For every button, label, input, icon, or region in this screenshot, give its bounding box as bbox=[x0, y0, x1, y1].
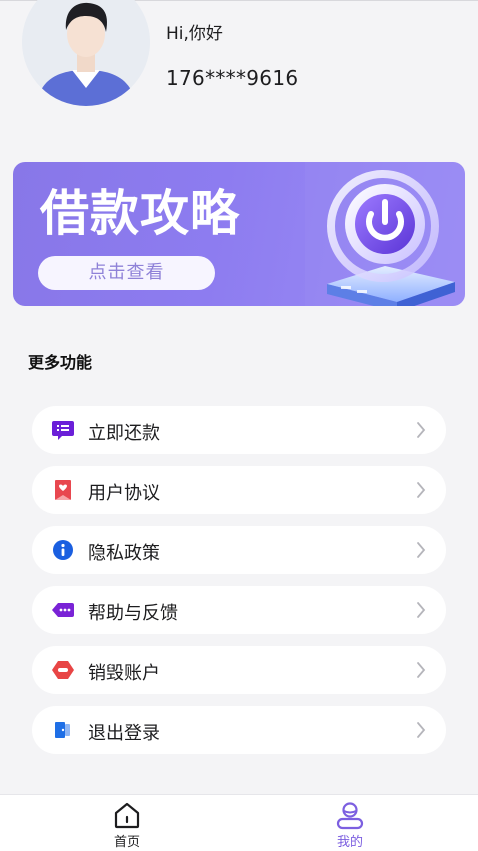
menu-item-label: 隐私政策 bbox=[88, 543, 160, 564]
tab-home-label: 首页 bbox=[113, 835, 140, 850]
menu-item-logout[interactable]: 退出登录 bbox=[32, 706, 446, 754]
menu-item-user-agreement[interactable]: 用户协议 bbox=[32, 466, 446, 514]
menu-item-delete-account[interactable]: 销毁账户 bbox=[32, 646, 446, 694]
greeting-text: Hi,你好 bbox=[166, 24, 223, 44]
profile-icon bbox=[336, 802, 364, 830]
banner-title: 借款攻略 bbox=[40, 185, 241, 242]
info-circle-icon bbox=[53, 540, 73, 560]
chevron-right-icon bbox=[417, 722, 426, 738]
avatar[interactable] bbox=[22, 0, 150, 106]
chevron-right-icon bbox=[417, 662, 426, 678]
chevron-right-icon bbox=[417, 422, 426, 438]
avatar-person-icon bbox=[22, 0, 150, 106]
menu-item-label: 用户协议 bbox=[88, 483, 160, 504]
menu-item-label: 帮助与反馈 bbox=[88, 603, 178, 624]
banner-view-button[interactable]: 点击查看 bbox=[38, 256, 215, 290]
menu-item-label: 销毁账户 bbox=[88, 663, 160, 684]
phone-number: 176****9616 bbox=[166, 66, 299, 90]
tab-home[interactable]: 首页 bbox=[87, 795, 167, 851]
menu-item-label: 立即还款 bbox=[88, 423, 160, 444]
menu-item-repay[interactable]: 立即还款 bbox=[32, 406, 446, 454]
menu-item-label: 退出登录 bbox=[88, 723, 160, 744]
menu-item-help-feedback[interactable]: 帮助与反馈 bbox=[32, 586, 446, 634]
section-title: 更多功能 bbox=[28, 353, 93, 372]
menu-item-privacy-policy[interactable]: 隐私政策 bbox=[32, 526, 446, 574]
destroy-account-icon bbox=[52, 661, 74, 679]
tab-mine-label: 我的 bbox=[336, 835, 363, 850]
logout-door-icon bbox=[55, 722, 70, 738]
feedback-tag-icon bbox=[52, 603, 74, 617]
chevron-right-icon bbox=[417, 482, 426, 498]
home-icon bbox=[114, 802, 140, 829]
power-button-illustration-icon bbox=[305, 162, 465, 306]
agreement-bookmark-icon bbox=[55, 480, 71, 500]
loan-guide-banner[interactable]: 借款攻略 点击查看 bbox=[13, 162, 465, 306]
chevron-right-icon bbox=[417, 542, 426, 558]
repay-list-icon bbox=[52, 421, 74, 440]
bottom-navigation: 首页 我的 bbox=[0, 794, 478, 851]
tab-mine[interactable]: 我的 bbox=[310, 795, 390, 851]
chevron-right-icon bbox=[417, 602, 426, 618]
